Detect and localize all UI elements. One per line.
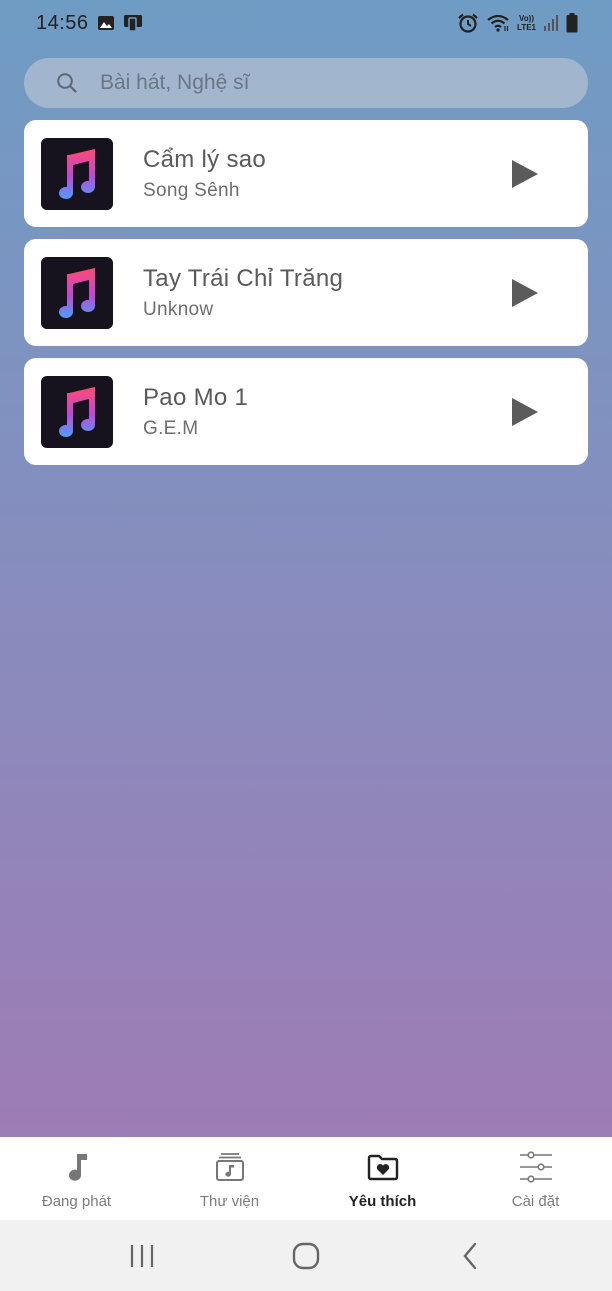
screen-mirror-icon: [123, 14, 143, 32]
play-button[interactable]: [510, 278, 540, 308]
back-icon: [463, 1242, 477, 1269]
music-note-icon: [41, 137, 113, 210]
status-right: Vo)) LTE1: [457, 13, 578, 33]
nav-label: Cài đặt: [511, 1193, 560, 1210]
song-title: Tay Trái Chỉ Trăng: [143, 264, 344, 292]
search-bar[interactable]: [24, 58, 588, 108]
nav-tab-library[interactable]: Thư viện: [153, 1137, 306, 1220]
settings-sliders-icon: [518, 1150, 554, 1184]
song-artist: Unknow: [143, 298, 214, 320]
song-card[interactable]: Cẩm lý sao Song Sênh: [24, 120, 588, 227]
play-icon: [512, 278, 538, 307]
song-text: Pao Mo 1 G.E.M: [143, 384, 248, 440]
music-note-icon: [65, 1150, 89, 1184]
wifi-icon: [486, 13, 510, 33]
nav-label: Đang phát: [41, 1193, 112, 1210]
library-icon: [215, 1150, 245, 1184]
alarm-icon: [457, 13, 479, 33]
favorite-folder-icon: [367, 1150, 399, 1184]
recent-apps-button[interactable]: [112, 1231, 172, 1281]
play-button[interactable]: [510, 397, 540, 427]
status-time: 14:56: [36, 11, 89, 34]
play-button[interactable]: [510, 159, 540, 189]
song-card[interactable]: Pao Mo 1 G.E.M: [24, 358, 588, 465]
play-icon: [512, 397, 538, 426]
song-list: Cẩm lý sao Song Sênh Tay Trái Chỉ Trăng …: [24, 120, 588, 477]
bottom-nav: Đang phát Thư viện Yêu thích Cài đặt: [0, 1137, 612, 1220]
music-note-icon: [41, 375, 113, 448]
gallery-icon: [97, 15, 115, 31]
battery-icon: [566, 13, 578, 33]
status-left: 14:56: [36, 12, 143, 35]
home-button[interactable]: [276, 1231, 336, 1281]
volte-label-bottom: LTE1: [517, 23, 536, 32]
song-artist: Song Sênh: [143, 179, 240, 201]
music-note-icon: [41, 256, 113, 329]
song-text: Tay Trái Chỉ Trăng Unknow: [143, 265, 343, 321]
signal-icon: [543, 14, 559, 32]
back-button[interactable]: [440, 1231, 500, 1281]
home-icon: [292, 1242, 320, 1269]
song-artist: G.E.M: [143, 417, 199, 439]
nav-tab-now-playing[interactable]: Đang phát: [0, 1137, 153, 1220]
song-card[interactable]: Tay Trái Chỉ Trăng Unknow: [24, 239, 588, 346]
nav-tab-favorites[interactable]: Yêu thích: [306, 1137, 459, 1220]
song-title: Cẩm lý sao: [143, 145, 267, 173]
play-icon: [512, 159, 538, 188]
song-text: Cẩm lý sao Song Sênh: [143, 146, 266, 202]
nav-tab-settings[interactable]: Cài đặt: [459, 1137, 612, 1220]
search-input[interactable]: [100, 71, 520, 95]
volte-label-top: Vo)): [519, 14, 534, 23]
nav-label: Yêu thích: [348, 1193, 417, 1210]
song-title: Pao Mo 1: [143, 383, 249, 411]
nav-label: Thư viện: [199, 1193, 260, 1210]
search-icon: [56, 72, 78, 94]
volte-icon: Vo)) LTE1: [517, 14, 536, 32]
system-nav-bar: [0, 1220, 612, 1291]
status-bar: 14:56 Vo)) LTE1: [0, 0, 612, 46]
recent-apps-icon: [130, 1244, 154, 1267]
